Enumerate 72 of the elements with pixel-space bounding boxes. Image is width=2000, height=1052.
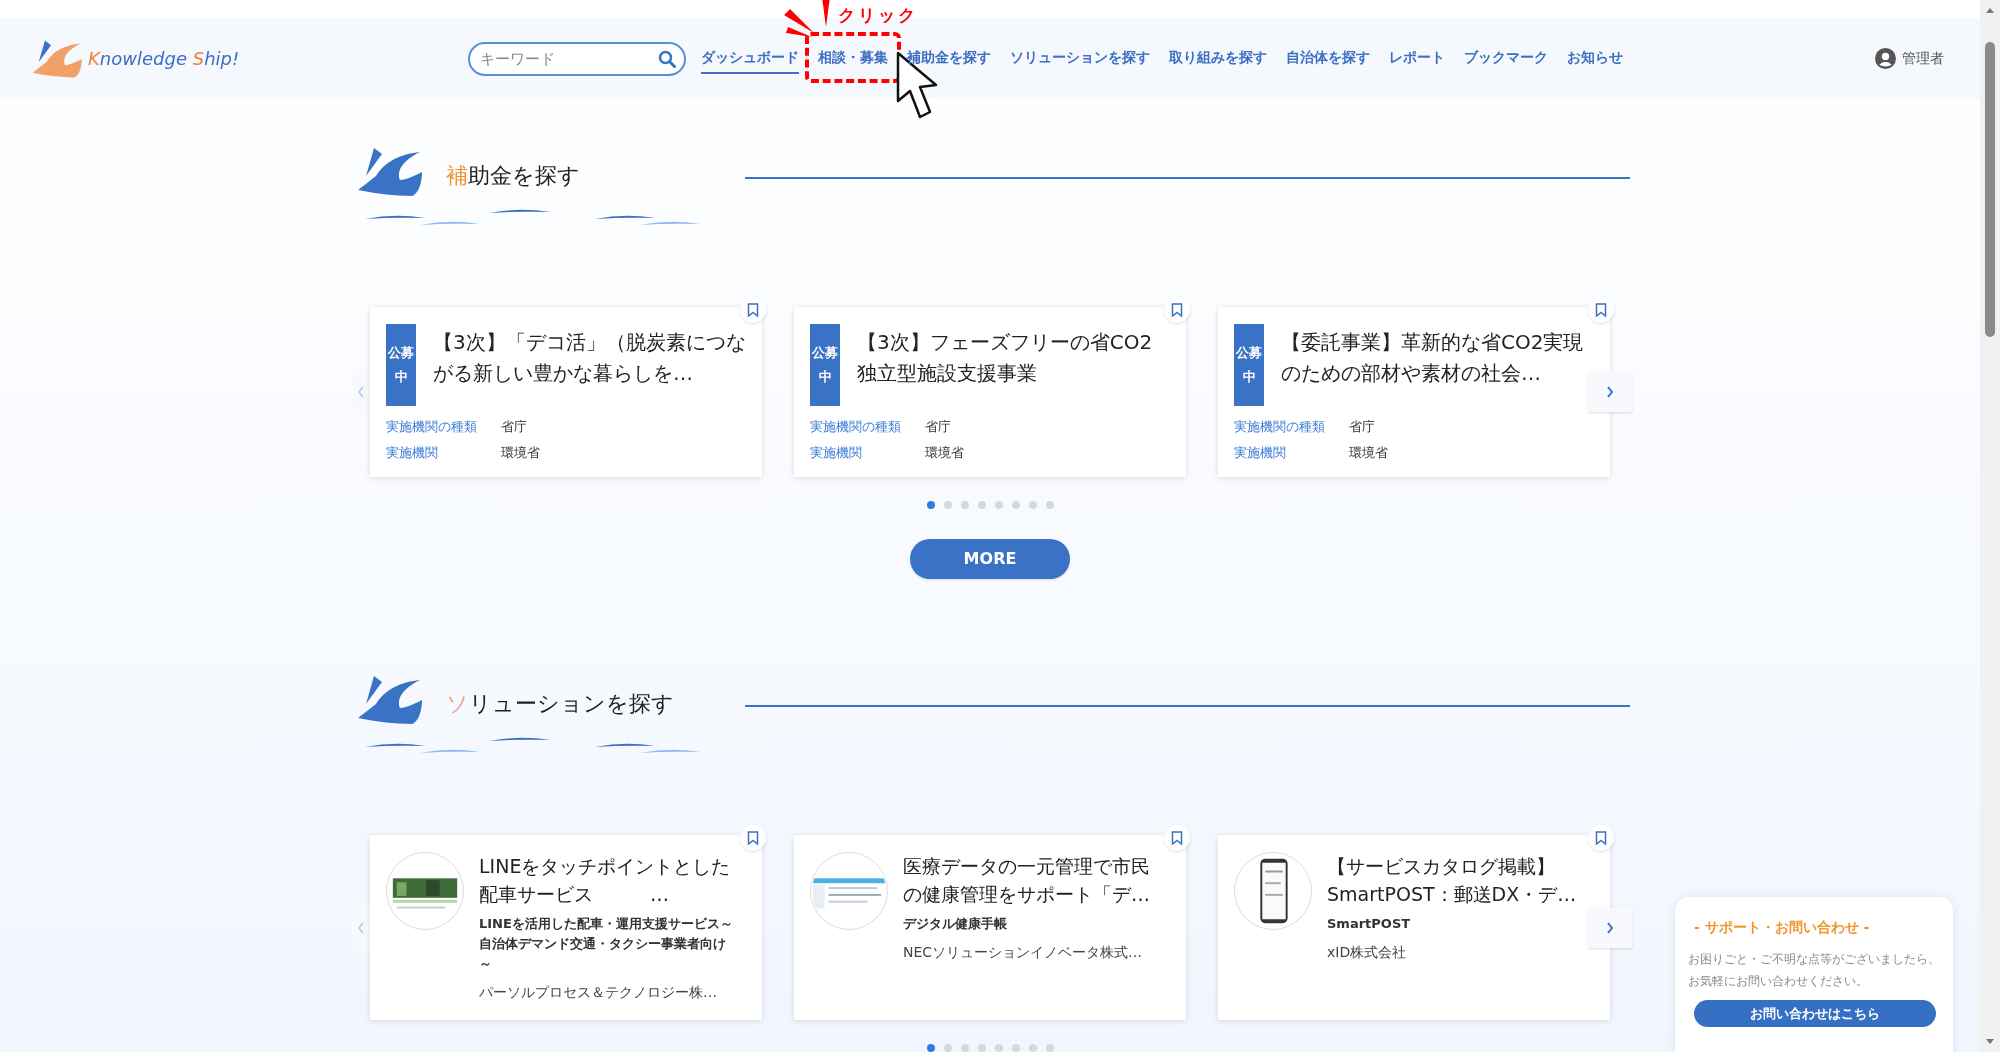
support-title: - サポート・お問い合わせ - (1694, 918, 1871, 937)
field-label: 実施機関 (1234, 444, 1287, 462)
next-button[interactable] (1588, 907, 1632, 948)
next-button[interactable] (1588, 372, 1632, 412)
card-subtitle: SmartPOST (1327, 915, 1412, 933)
bookmark-button[interactable] (1164, 297, 1190, 323)
organization-name: xID株式会社 (1327, 943, 1408, 962)
status-badge: 公募中 (386, 324, 416, 406)
nav-link[interactable]: 取り組みを探す (1169, 43, 1267, 74)
field-value: 省庁 (501, 418, 527, 436)
bookmark-button[interactable] (740, 825, 766, 851)
bookmark-icon (747, 831, 759, 845)
organization-name: NECソリューションイノベータ株式… (903, 943, 1144, 962)
card-title: LINEをタッチポイントとした配車サービス … (479, 854, 732, 907)
card-title: 【委託事業】革新的な省CO2実現のための部材や素材の社会… (1281, 329, 1585, 387)
bookmark-button[interactable] (1588, 825, 1614, 851)
status-badge: 公募中 (1234, 324, 1264, 406)
chevron-left-icon (357, 386, 365, 398)
field-value: 省庁 (1349, 418, 1375, 436)
search-field[interactable]: キーワード (468, 41, 686, 76)
chevron-right-icon (1606, 921, 1614, 934)
subsidy-card[interactable]: 公募中 【3次】フェーズフリーの省CO2独立型施設支援事業 実施機関の種類 省庁 実施機関 環境省 (794, 307, 1186, 477)
nav-link[interactable]: レポート (1389, 43, 1445, 74)
support-text: お困りごと・ご不明な点等がございましたら、お気軽にお問い合わせください。 (1688, 951, 1941, 990)
bookmark-icon (1595, 303, 1607, 317)
field-value: 環境省 (1349, 444, 1388, 462)
field-label: 実施機関 (386, 444, 439, 462)
field-label: 実施機関の種類 (386, 418, 478, 436)
bookmark-icon (1171, 831, 1183, 845)
field-label: 実施機関の種類 (1234, 418, 1326, 436)
bookmark-button[interactable] (740, 297, 766, 323)
user-icon (1875, 48, 1896, 69)
bookmark-button[interactable] (1164, 825, 1190, 851)
subsidy-card[interactable]: 公募中 【3次】「デコ活」（脱炭素につながる新しい豊かな暮らしを… 実施機関の種類 省庁 実施機関 環境省 (370, 307, 762, 477)
subsidy-card[interactable]: 公募中 【委託事業】革新的な省CO2実現のための部材や素材の社会… 実施機関の種類 省庁 実施機関 環境省 (1218, 307, 1610, 477)
bookmark-icon (1171, 303, 1183, 317)
card-title: 【3次】フェーズフリーの省CO2独立型施設支援事業 (857, 329, 1154, 387)
nav-link[interactable]: ソリューションを探す (1010, 43, 1150, 74)
user-name[interactable]: 管理者 (1902, 48, 1944, 69)
field-value: 環境省 (501, 444, 540, 462)
nav-link[interactable]: 補助金を探す (907, 43, 991, 74)
field-value: 省庁 (925, 418, 951, 436)
click-label: クリック (838, 4, 918, 27)
card-title: 【サービスカタログ掲載】SmartPOST：郵送DX・デ… (1327, 854, 1578, 907)
nav-link[interactable]: お知らせ (1567, 43, 1623, 74)
chevron-left-icon (357, 921, 365, 934)
solution-card[interactable]: 医療データの一元管理で市民の健康管理をサポート「デ… デジタル健康手帳 NECソリューションイノベータ株式… (794, 835, 1186, 1020)
card-title: 医療データの一元管理で市民の健康管理をサポート「デ… (903, 854, 1151, 907)
nav-link[interactable]: 自治体を探す (1286, 43, 1370, 74)
nav-link[interactable]: 相談・募集 (818, 43, 888, 74)
card-title: 【3次】「デコ活」（脱炭素につながる新しい豊かな暮らしを… (433, 329, 746, 387)
card-subtitle: デジタル健康手帳 (903, 915, 1008, 933)
contact-button[interactable]: お問い合わせはこちら (1694, 1000, 1936, 1027)
bookmark-button[interactable] (1588, 297, 1614, 323)
bookmark-icon (747, 303, 759, 317)
more-button[interactable]: MORE (910, 539, 1070, 579)
solution-card[interactable]: 【サービスカタログ掲載】SmartPOST：郵送DX・デ… SmartPOST xID株式会社 (1218, 835, 1610, 1020)
nav-link[interactable]: ブックマーク (1464, 43, 1548, 74)
section-title: ソリューションを探す (446, 690, 674, 718)
nav-link[interactable]: ダッシュボード (701, 43, 799, 74)
logo-text[interactable]: Knowledge Ship! (88, 45, 240, 72)
organization-name: パーソルプロセス＆テクノロジー株… (479, 983, 718, 1002)
solution-card[interactable]: LINEをタッチポイントとした配車サービス … LINEを活用した配車・運用支援サービス～自治体デマンド交通・タクシー事業者向け～ パーソルプロセス＆テクノロジー株… (370, 835, 762, 1020)
field-label: 実施機関の種類 (810, 418, 902, 436)
field-value: 環境省 (925, 444, 964, 462)
status-badge: 公募中 (810, 324, 840, 406)
card-subtitle: LINEを活用した配車・運用支援サービス～自治体デマンド交通・タクシー事業者向け～ (479, 915, 734, 973)
chevron-right-icon (1606, 386, 1614, 398)
bookmark-icon (1595, 831, 1607, 845)
field-label: 実施機関 (810, 444, 863, 462)
section-title: 補助金を探す (446, 162, 580, 190)
search-icon (658, 49, 676, 68)
